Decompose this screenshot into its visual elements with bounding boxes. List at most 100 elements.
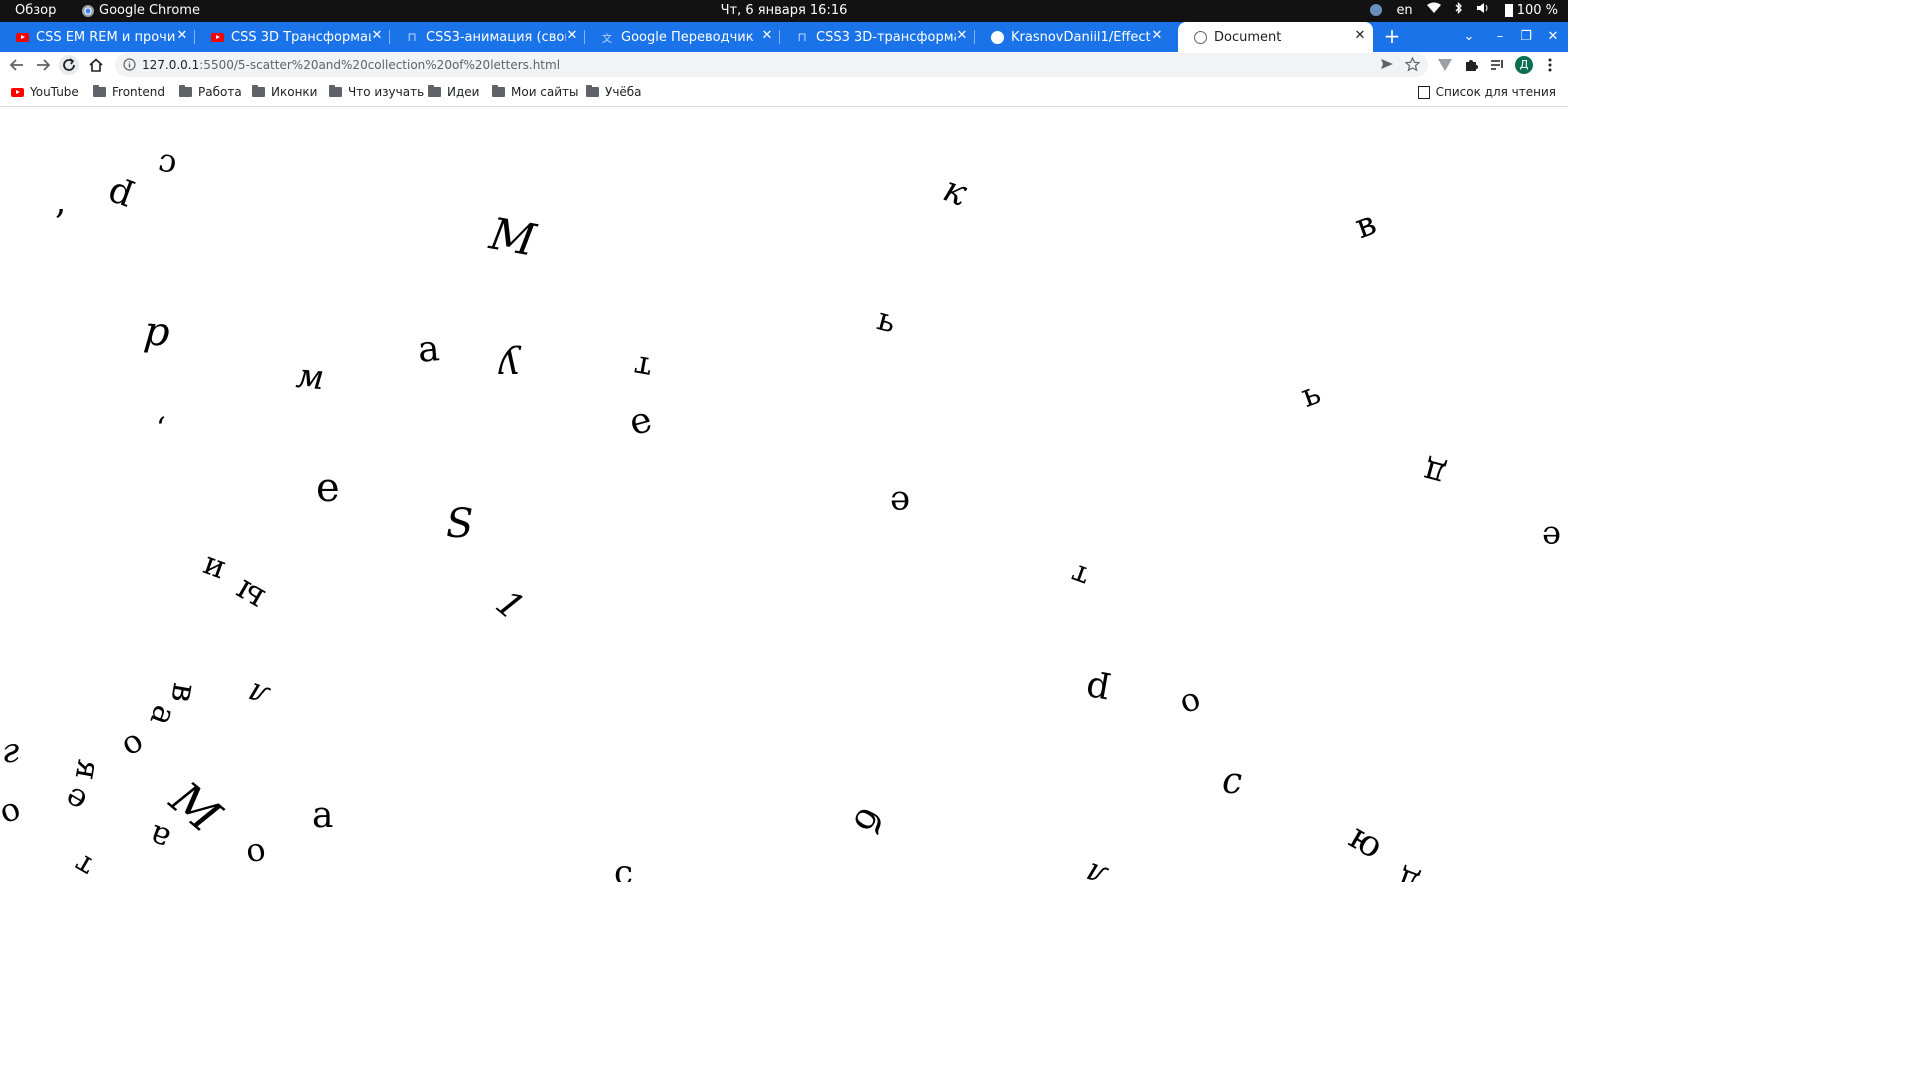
bookmark-label: Работа — [198, 85, 242, 99]
page-icon: ⊓ — [407, 30, 417, 44]
scattered-letter: т — [630, 347, 655, 389]
close-window-icon[interactable]: ✕ — [1543, 22, 1563, 52]
bookmark-ucheba[interactable]: Учёба — [586, 85, 642, 99]
close-tab-icon[interactable]: ✕ — [1353, 29, 1367, 43]
scattered-letter: а — [312, 795, 334, 836]
page-icon: ⊓ — [797, 30, 807, 44]
tab-css-3d-transform[interactable]: CSS 3D Трансформации. ✕ — [195, 22, 390, 52]
bookmark-rabota[interactable]: Работа — [179, 85, 242, 99]
indicator-icon — [1370, 4, 1383, 16]
scattered-letter: р — [142, 307, 172, 357]
bookmark-moi-saity[interactable]: Мои сайты — [492, 85, 579, 99]
clock[interactable]: Чт, 6 января 16:16 — [0, 3, 1568, 18]
extensions-puzzle-icon[interactable] — [1461, 55, 1481, 75]
bookmark-star-icon[interactable] — [1404, 56, 1421, 75]
scattered-letter: е — [57, 778, 94, 822]
reading-list-label: Список для чтения — [1435, 85, 1556, 99]
scattered-letter: л — [242, 674, 275, 718]
tab-css3-animation[interactable]: ⊓ CSS3-анимация (свойств ✕ — [390, 22, 585, 52]
new-tab-button[interactable]: + — [1381, 22, 1403, 52]
minimize-icon[interactable]: – — [1490, 22, 1510, 52]
site-info-icon[interactable] — [123, 58, 136, 74]
globe-icon — [1193, 30, 1207, 44]
scattered-letter: S — [446, 501, 474, 547]
forward-icon[interactable] — [33, 55, 53, 75]
bookmarks-bar: YouTube Frontend Работа Иконки Что изуча… — [0, 79, 1568, 107]
tab-search-icon[interactable]: ⌄ — [1459, 22, 1479, 52]
scattered-letter: о — [113, 720, 150, 764]
scattered-letter: т — [1066, 556, 1094, 595]
folder-icon — [492, 85, 505, 97]
extension-vue-icon[interactable] — [1435, 55, 1455, 75]
tab-css-em-rem[interactable]: CSS EM REM и прочие ед ✕ — [0, 22, 195, 52]
close-tab-icon[interactable]: ✕ — [370, 29, 384, 43]
tab-document[interactable]: Document ✕ — [1178, 22, 1373, 52]
bookmark-chto-izuchat[interactable]: Что изучать — [329, 85, 424, 99]
scattered-letter: М — [486, 208, 540, 267]
reload-icon[interactable] — [59, 55, 79, 75]
scattered-letter: о — [0, 788, 26, 832]
close-tab-icon[interactable]: ✕ — [175, 29, 189, 43]
scattered-letter: м — [294, 355, 326, 399]
tab-strip: CSS EM REM и прочие ед ✕ CSS 3D Трансфор… — [0, 22, 1568, 52]
bookmark-label: Идеи — [447, 85, 480, 99]
menu-kebab-icon[interactable] — [1540, 55, 1560, 75]
folder-icon — [252, 85, 265, 97]
scattered-letter: л — [1080, 854, 1113, 882]
scattered-letter: 1 — [487, 582, 532, 629]
scattered-letter: и — [196, 548, 230, 592]
bookmark-label: YouTube — [30, 85, 79, 99]
bookmark-idei[interactable]: Идеи — [428, 85, 479, 99]
bookmark-frontend[interactable]: Frontend — [93, 85, 165, 99]
scattered-letter: е — [624, 398, 657, 445]
scattered-letter: у — [498, 345, 521, 389]
keyboard-language[interactable]: en — [1396, 3, 1412, 18]
scattered-letter: б — [844, 800, 891, 840]
scattered-letter: р — [1082, 668, 1113, 713]
scattered-letter: р — [101, 173, 138, 220]
battery-status: 100 % — [1504, 3, 1558, 18]
profile-avatar[interactable]: Д — [1515, 56, 1533, 74]
tab-title: CSS 3D Трансформации. — [231, 29, 371, 45]
restore-icon[interactable]: ❐ — [1516, 22, 1536, 52]
scattered-letter: с — [154, 145, 180, 187]
send-to-device-icon[interactable] — [1380, 57, 1394, 74]
tab-title: CSS3-анимация (свойств — [426, 29, 566, 45]
home-icon[interactable] — [86, 55, 106, 75]
folder-icon — [428, 85, 441, 97]
close-tab-icon[interactable]: ✕ — [565, 29, 579, 43]
scattered-letter: ь — [1296, 373, 1326, 415]
browser-toolbar: 127.0.0.1:5500/5-scatter%20and%20collect… — [0, 52, 1568, 79]
media-control-icon[interactable] — [1487, 55, 1507, 75]
scattered-letter: е — [316, 465, 340, 511]
reading-list-button[interactable]: Список для чтения — [1417, 85, 1556, 99]
close-tab-icon[interactable]: ✕ — [760, 29, 774, 43]
bookmark-label: Что изучать — [348, 85, 425, 99]
close-tab-icon[interactable]: ✕ — [955, 29, 969, 43]
bookmark-ikonki[interactable]: Иконки — [252, 85, 317, 99]
tab-github-effects[interactable]: KrasnovDaniil1/EffectsAn ✕ — [975, 22, 1170, 52]
volume-icon — [1476, 2, 1491, 18]
scattered-letter: о — [242, 829, 269, 871]
scattered-letter: д — [1419, 450, 1450, 496]
wifi-icon — [1426, 2, 1441, 18]
back-icon[interactable] — [7, 55, 27, 75]
scattered-letter: , — [156, 412, 166, 447]
scattered-letter: ы — [227, 570, 272, 620]
scattered-letter: а — [416, 328, 442, 371]
url-text[interactable]: 127.0.0.1:5500/5-scatter%20and%20collect… — [142, 58, 560, 72]
system-tray[interactable]: en 100 % — [1370, 1, 1558, 18]
tab-title: KrasnovDaniil1/EffectsAn — [1011, 29, 1151, 45]
bookmark-youtube[interactable]: YouTube — [11, 85, 79, 99]
page-viewport: с р , М к в р м а у т ь ь е , е е S д е … — [0, 108, 1568, 882]
scattered-letter: а — [142, 700, 185, 732]
scattered-letter: ь — [873, 299, 901, 341]
tab-title: CSS3 3D-трансформации — [816, 29, 956, 45]
tab-title: Google Переводчик — [621, 29, 754, 45]
tab-google-translate[interactable]: 文 Google Переводчик ✕ — [585, 22, 780, 52]
address-bar[interactable]: 127.0.0.1:5500/5-scatter%20and%20collect… — [115, 53, 1428, 77]
close-tab-icon[interactable]: ✕ — [1150, 29, 1164, 43]
scattered-letter: г — [2, 731, 20, 771]
tab-css3-3d[interactable]: ⊓ CSS3 3D-трансформации ✕ — [780, 22, 975, 52]
translate-icon: 文 — [602, 33, 612, 45]
